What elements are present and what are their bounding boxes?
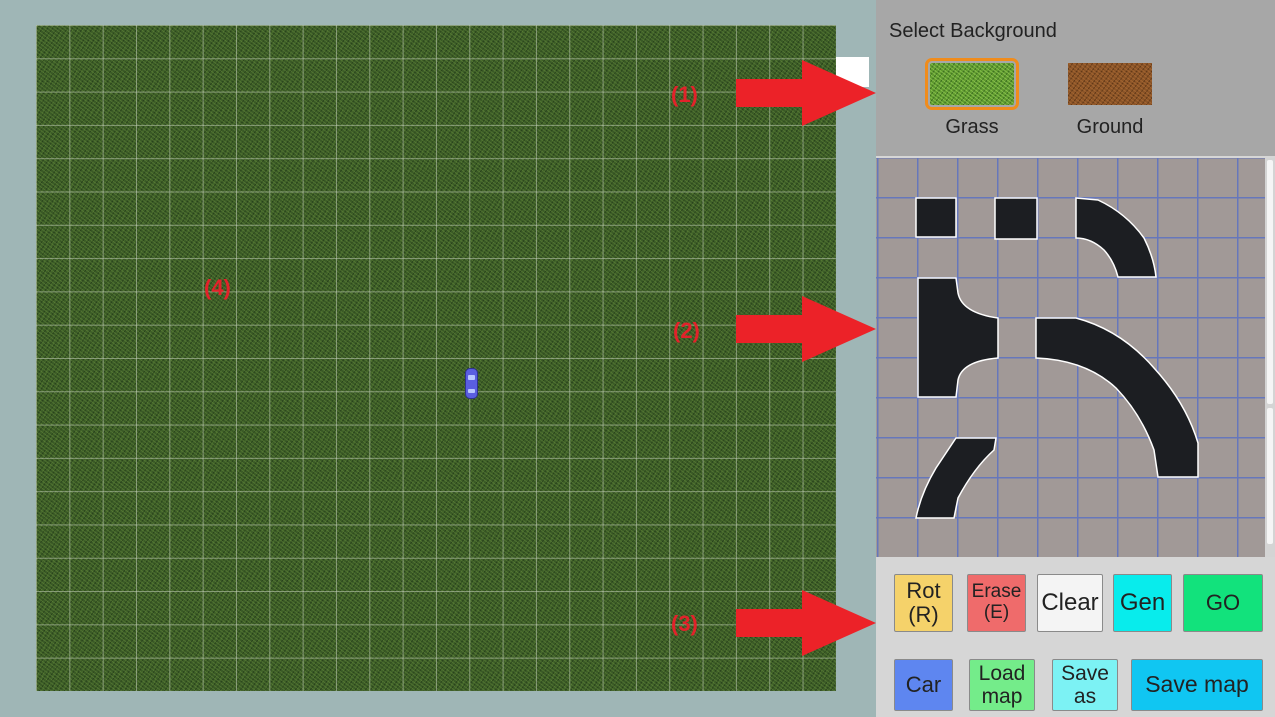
annotation-label-3: (3)	[671, 611, 698, 636]
tile-diagonal-ramp[interactable]	[915, 437, 997, 519]
background-option-grass[interactable]: Grass	[922, 58, 1032, 150]
tile-square-block-2[interactable]	[994, 197, 1038, 240]
car-windshield	[468, 375, 475, 380]
car-button-label: Car	[905, 671, 942, 697]
rotate-button-line1: Rot	[906, 577, 941, 603]
generate-button[interactable]: Gen	[1113, 574, 1172, 632]
grass-thumbnail	[925, 58, 1019, 110]
tile-palette-scrollbar[interactable]	[1265, 158, 1275, 557]
tile-palette-graphics	[915, 197, 1199, 519]
erase-button[interactable]: Erase (E)	[967, 574, 1026, 632]
rotate-button[interactable]: Rot (R)	[894, 574, 953, 632]
arrow-right-icon	[736, 590, 876, 656]
scrollbar-track-lower	[1267, 408, 1273, 544]
load-map-button[interactable]: Load map	[969, 659, 1035, 711]
load-map-button-line2: map	[981, 685, 1023, 708]
background-option-ground[interactable]: Ground	[1060, 60, 1170, 150]
map-canvas[interactable]: (4)	[36, 25, 836, 691]
background-option-label: Grass	[945, 116, 999, 138]
tile-curve-small[interactable]	[1075, 197, 1157, 278]
erase-button-line2: (E)	[983, 602, 1010, 623]
save-map-button[interactable]: Save map	[1131, 659, 1263, 711]
clear-button[interactable]: Clear	[1037, 574, 1103, 632]
arrow-right-icon	[736, 60, 876, 126]
save-as-button-line2: as	[1073, 685, 1097, 708]
save-map-button-label: Save map	[1145, 671, 1249, 698]
tile-square-block[interactable]	[915, 197, 957, 238]
tile-palette[interactable]	[876, 158, 1265, 557]
ground-thumbnail	[1068, 63, 1152, 105]
background-selector: Select Background Grass Ground	[876, 0, 1275, 156]
annotation-label-2: (2)	[673, 318, 700, 343]
go-button-label: GO	[1205, 589, 1241, 615]
annotation-label-4: (4)	[204, 275, 231, 300]
car-icon[interactable]	[465, 368, 478, 399]
erase-button-line1: Erase	[971, 581, 1022, 603]
save-as-button-line1: Save	[1061, 661, 1109, 685]
rotate-button-line2: (R)	[908, 602, 939, 627]
go-button[interactable]: GO	[1183, 574, 1263, 632]
tile-curve-large[interactable]	[1035, 317, 1199, 478]
scrollbar-thumb[interactable]	[1267, 160, 1273, 404]
background-option-label: Ground	[1076, 116, 1144, 138]
editor-panel: Select Background Grass Ground Rot (R) E…	[876, 0, 1275, 717]
car-rear-window	[468, 389, 475, 393]
load-map-button-line1: Load	[978, 661, 1026, 685]
arrow-right-icon	[736, 296, 876, 362]
car-button[interactable]: Car	[894, 659, 953, 711]
tile-t-junction[interactable]	[917, 277, 999, 398]
clear-button-label: Clear	[1041, 588, 1099, 616]
generate-button-label: Gen	[1119, 588, 1166, 616]
background-selector-title: Select Background	[889, 20, 1057, 42]
save-as-button[interactable]: Save as	[1052, 659, 1118, 711]
annotation-label-1: (1)	[671, 82, 698, 107]
